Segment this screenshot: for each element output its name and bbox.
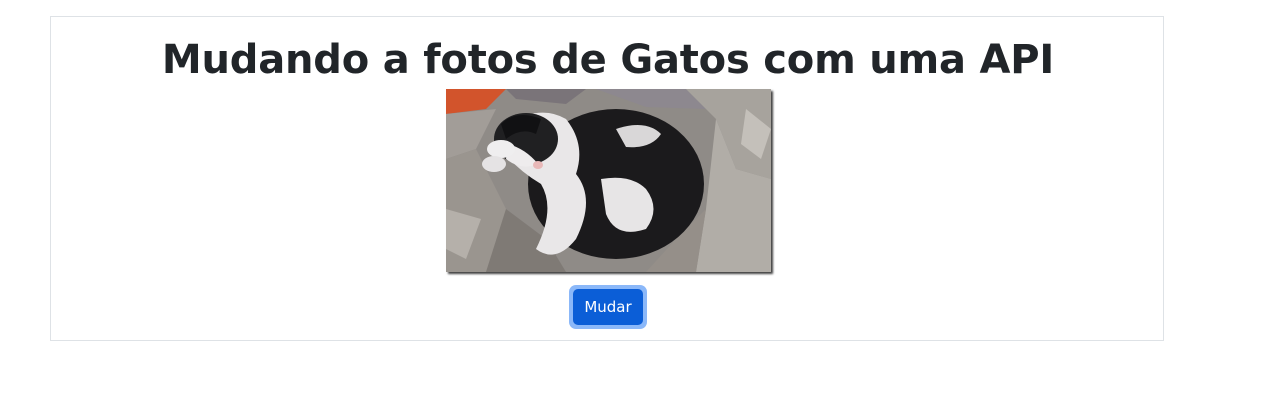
page-title: Mudando a fotos de Gatos com uma API xyxy=(161,37,1055,83)
cat-photo xyxy=(446,89,771,272)
change-photo-button-label: Mudar xyxy=(573,289,643,325)
change-photo-button[interactable]: Mudar xyxy=(569,285,647,329)
